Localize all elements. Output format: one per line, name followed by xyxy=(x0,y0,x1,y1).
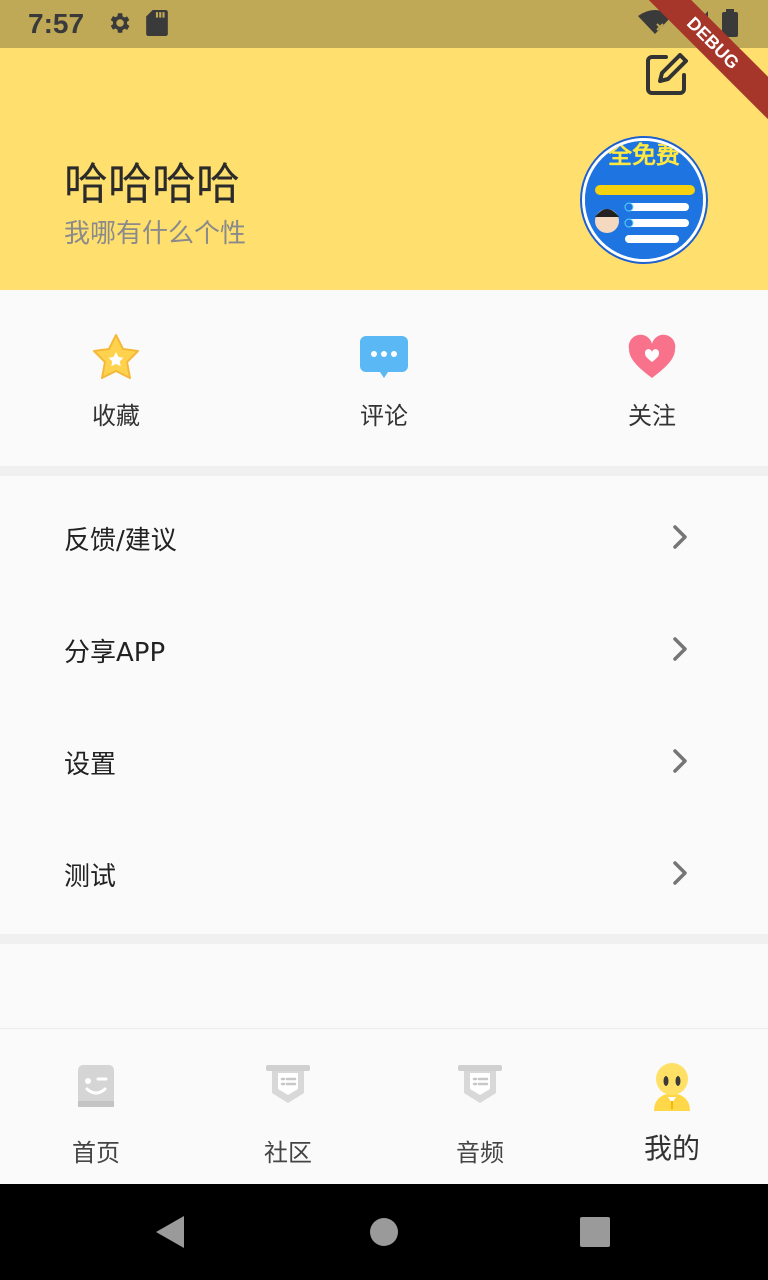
menu-item-test[interactable]: 测试 xyxy=(0,812,768,924)
edit-profile-button[interactable] xyxy=(644,53,688,97)
profile-icon xyxy=(646,1059,698,1113)
nav-tab-label: 我的 xyxy=(643,1132,700,1165)
quick-action-label: 关注 xyxy=(628,402,676,430)
section-divider xyxy=(0,466,768,476)
user-name: 哈哈哈哈 xyxy=(64,159,240,210)
status-time: 7:57 xyxy=(28,8,85,39)
star-icon xyxy=(90,332,142,384)
section-divider xyxy=(0,934,768,944)
menu-item-label: 反馈/建议 xyxy=(64,526,177,556)
nav-tab-label: 社区 xyxy=(264,1139,312,1167)
menu-item-share-app[interactable]: 分享APP xyxy=(0,588,768,700)
profile-header: 哈哈哈哈 我哪有什么个性 全免费 xyxy=(0,48,768,290)
quick-action-label: 收藏 xyxy=(92,402,140,430)
menu-item-label: 设置 xyxy=(64,750,117,780)
status-bar: 7:57 xyxy=(0,0,768,48)
avatar[interactable]: 全免费 xyxy=(582,138,706,262)
bottom-navigation: 首页 社区 音频 我的 xyxy=(0,1028,768,1185)
quick-action-label: 评论 xyxy=(360,402,408,430)
system-navigation-bar xyxy=(0,1184,768,1280)
avatar-text: 全免费 xyxy=(607,141,680,169)
chevron-right-icon xyxy=(673,637,687,661)
nav-tab-label: 首页 xyxy=(72,1139,120,1167)
home-face-icon xyxy=(70,1059,122,1113)
nav-tab-home[interactable]: 首页 xyxy=(0,1059,192,1168)
menu-item-settings[interactable]: 设置 xyxy=(0,700,768,812)
nav-tab-mine[interactable]: 我的 xyxy=(576,1059,768,1167)
nav-tab-community[interactable]: 社区 xyxy=(192,1059,384,1168)
menu-item-label: 分享APP xyxy=(64,638,166,668)
nav-tab-audio[interactable]: 音频 xyxy=(384,1059,576,1168)
recents-square-icon[interactable] xyxy=(580,1217,610,1247)
heart-icon xyxy=(626,332,678,384)
community-icon xyxy=(262,1059,314,1113)
sd-card-icon xyxy=(146,10,168,40)
settings-icon xyxy=(106,10,132,40)
back-icon[interactable] xyxy=(154,1214,186,1250)
menu-item-label: 测试 xyxy=(64,862,117,892)
audio-icon xyxy=(454,1059,506,1113)
nav-tab-label: 音频 xyxy=(456,1139,504,1167)
chevron-right-icon xyxy=(673,749,687,773)
quick-action-following[interactable]: 关注 xyxy=(582,332,722,431)
comment-icon xyxy=(358,332,410,384)
quick-action-favorites[interactable]: 收藏 xyxy=(46,332,186,431)
edit-icon xyxy=(646,53,688,95)
settings-menu: 反馈/建议 分享APP 设置 测试 xyxy=(0,476,768,934)
quick-actions: 收藏 评论 关注 xyxy=(0,290,768,466)
chevron-right-icon xyxy=(673,861,687,885)
chevron-right-icon xyxy=(673,525,687,549)
quick-action-comments[interactable]: 评论 xyxy=(314,332,454,431)
user-bio[interactable]: 我哪有什么个性 xyxy=(64,213,246,250)
avatar-image: 全免费 xyxy=(585,141,703,259)
home-circle-icon[interactable] xyxy=(368,1216,400,1248)
menu-item-feedback[interactable]: 反馈/建议 xyxy=(0,476,768,588)
